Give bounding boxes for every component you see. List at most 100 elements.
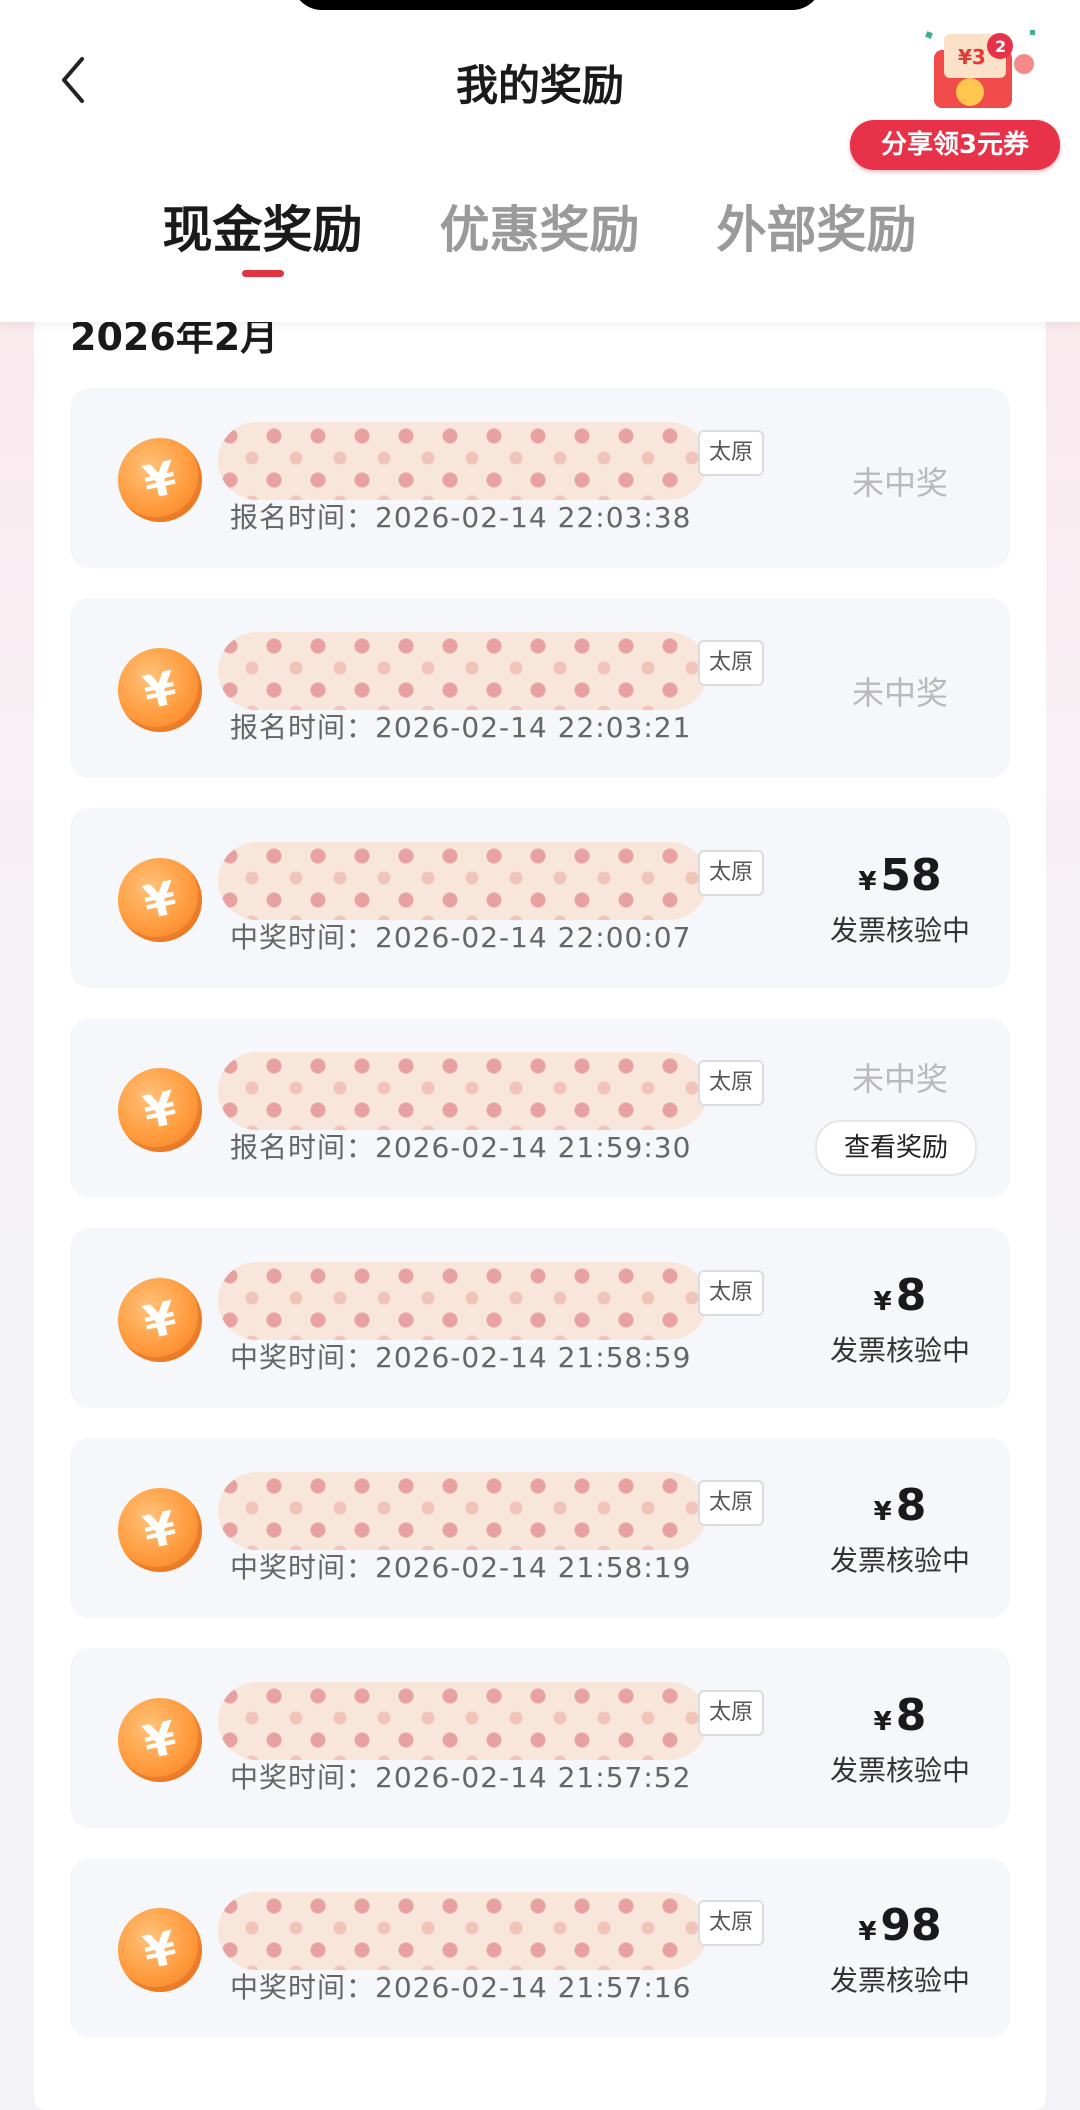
time-label: 中奖时间：	[230, 1761, 376, 1794]
record-time: 中奖时间：2026-02-14 22:00:07	[230, 916, 691, 956]
amount-value: 8	[895, 1480, 927, 1531]
city-tag: 太原	[698, 1480, 764, 1526]
yuan-coin-icon: ¥	[118, 1278, 202, 1362]
redacted-title	[218, 842, 708, 920]
status-column: 未中奖	[800, 668, 1000, 714]
yuan-coin-icon: ¥	[118, 648, 202, 732]
reward-record[interactable]: ¥ 太原 中奖时间：2026-02-14 21:58:19 ¥8 发票核验中	[70, 1438, 1010, 1618]
svg-text:2: 2	[995, 37, 1006, 56]
time-label: 报名时间：	[230, 501, 376, 534]
status-column: ¥98 发票核验中	[800, 1900, 1000, 1999]
currency-symbol: ¥	[873, 1287, 892, 1317]
currency-symbol: ¥	[858, 1917, 877, 1947]
view-reward-button[interactable]: 查看奖励	[815, 1120, 977, 1176]
record-time: 中奖时间：2026-02-14 21:57:52	[230, 1756, 691, 1796]
reward-amount: ¥98	[800, 1900, 1000, 1951]
time-label: 中奖时间：	[230, 921, 376, 954]
reward-amount: ¥58	[800, 850, 1000, 901]
time-value: 2026-02-14 21:57:52	[375, 1761, 692, 1794]
record-time: 报名时间：2026-02-14 21:59:30	[230, 1126, 691, 1166]
yuan-coin-icon: ¥	[118, 1488, 202, 1572]
status-column: 未中奖	[800, 1054, 1000, 1100]
reward-record[interactable]: ¥ 太原 中奖时间：2026-02-14 21:57:16 ¥98 发票核验中	[70, 1858, 1010, 2038]
status-column: ¥8 发票核验中	[800, 1480, 1000, 1579]
city-tag: 太原	[698, 1060, 764, 1106]
time-label: 中奖时间：	[230, 1341, 376, 1374]
city-tag: 太原	[698, 1900, 764, 1946]
redacted-title	[218, 632, 708, 710]
time-label: 中奖时间：	[230, 1551, 376, 1584]
city-tag: 太原	[698, 640, 764, 686]
time-value: 2026-02-14 22:00:07	[375, 921, 692, 954]
tab-external-rewards[interactable]: 外部奖励	[714, 190, 919, 262]
yuan-coin-icon: ¥	[118, 858, 202, 942]
share-promo-label: 分享领3元券	[850, 120, 1060, 170]
reward-record[interactable]: ¥ 太原 报名时间：2026-02-14 22:03:38 未中奖	[70, 388, 1010, 568]
time-value: 2026-02-14 21:59:30	[375, 1131, 692, 1164]
device-notch	[292, 0, 822, 10]
reward-amount: ¥8	[800, 1480, 1000, 1531]
yuan-coin-icon: ¥	[118, 1698, 202, 1782]
record-time: 中奖时间：2026-02-14 21:58:59	[230, 1336, 691, 1376]
reward-record[interactable]: ¥ 太原 中奖时间：2026-02-14 22:00:07 ¥58 发票核验中	[70, 808, 1010, 988]
top-bar: 我的奖励 ¥3 2 分享领3元券 现金奖励 优惠奖励 外部奖励	[0, 0, 1080, 322]
currency-symbol: ¥	[858, 867, 877, 897]
time-value: 2026-02-14 21:57:16	[375, 1971, 692, 2004]
amount-value: 8	[895, 1270, 927, 1321]
status-text: 未中奖	[851, 674, 948, 712]
redacted-title	[218, 1052, 708, 1130]
red-envelope-gift-icon: ¥3 2	[925, 30, 1035, 108]
time-value: 2026-02-14 21:58:19	[375, 1551, 692, 1584]
redacted-title	[218, 1892, 708, 1970]
status-text: 发票核验中	[829, 914, 970, 947]
currency-symbol: ¥	[873, 1497, 892, 1527]
redacted-title	[218, 1472, 708, 1550]
status-text: 未中奖	[851, 464, 948, 502]
reward-record[interactable]: ¥ 太原 中奖时间：2026-02-14 21:58:59 ¥8 发票核验中	[70, 1228, 1010, 1408]
reward-tabs: 现金奖励 优惠奖励 外部奖励	[0, 190, 1080, 290]
reward-record[interactable]: ¥ 太原 中奖时间：2026-02-14 21:57:52 ¥8 发票核验中	[70, 1648, 1010, 1828]
tab-label: 现金奖励	[162, 201, 363, 259]
status-text: 发票核验中	[829, 1964, 970, 1997]
yuan-coin-icon: ¥	[118, 438, 202, 522]
status-column: ¥58 发票核验中	[800, 850, 1000, 949]
reward-record[interactable]: ¥ 太原 报名时间：2026-02-14 22:03:21 未中奖	[70, 598, 1010, 778]
city-tag: 太原	[698, 1690, 764, 1736]
city-tag: 太原	[698, 1270, 764, 1316]
reward-record[interactable]: ¥ 太原 报名时间：2026-02-14 21:59:30 未中奖 查看奖励	[70, 1018, 1010, 1198]
tab-discount-rewards[interactable]: 优惠奖励	[437, 190, 642, 262]
record-time: 中奖时间：2026-02-14 21:58:19	[230, 1546, 691, 1586]
svg-text:¥3: ¥3	[958, 45, 986, 69]
status-column: ¥8 发票核验中	[800, 1690, 1000, 1789]
tab-label: 优惠奖励	[439, 201, 640, 259]
amount-value: 98	[880, 1900, 942, 1951]
city-tag: 太原	[698, 850, 764, 896]
status-text: 发票核验中	[829, 1334, 970, 1367]
reward-amount: ¥8	[800, 1270, 1000, 1321]
record-time: 中奖时间：2026-02-14 21:57:16	[230, 1966, 691, 2006]
active-tab-indicator	[241, 270, 284, 277]
currency-symbol: ¥	[873, 1707, 892, 1737]
redacted-title	[218, 422, 708, 500]
amount-value: 8	[895, 1690, 927, 1741]
time-label: 中奖时间：	[230, 1971, 376, 2004]
city-tag: 太原	[698, 430, 764, 476]
yuan-coin-icon: ¥	[118, 1068, 202, 1152]
yuan-coin-icon: ¥	[118, 1908, 202, 1992]
time-value: 2026-02-14 22:03:21	[375, 711, 692, 744]
status-text: 发票核验中	[829, 1544, 970, 1577]
tab-label: 外部奖励	[716, 201, 917, 259]
status-text: 发票核验中	[829, 1754, 970, 1787]
redacted-title	[218, 1682, 708, 1760]
record-time: 报名时间：2026-02-14 22:03:38	[230, 496, 691, 536]
share-promo-button[interactable]: ¥3 2 分享领3元券	[850, 20, 1070, 170]
status-column: ¥8 发票核验中	[800, 1270, 1000, 1369]
time-label: 报名时间：	[230, 1131, 376, 1164]
amount-value: 58	[880, 850, 942, 901]
redacted-title	[218, 1262, 708, 1340]
status-column: 未中奖	[800, 458, 1000, 504]
reward-amount: ¥8	[800, 1690, 1000, 1741]
time-value: 2026-02-14 21:58:59	[375, 1341, 692, 1374]
tab-cash-rewards[interactable]: 现金奖励	[160, 190, 365, 277]
time-value: 2026-02-14 22:03:38	[375, 501, 692, 534]
